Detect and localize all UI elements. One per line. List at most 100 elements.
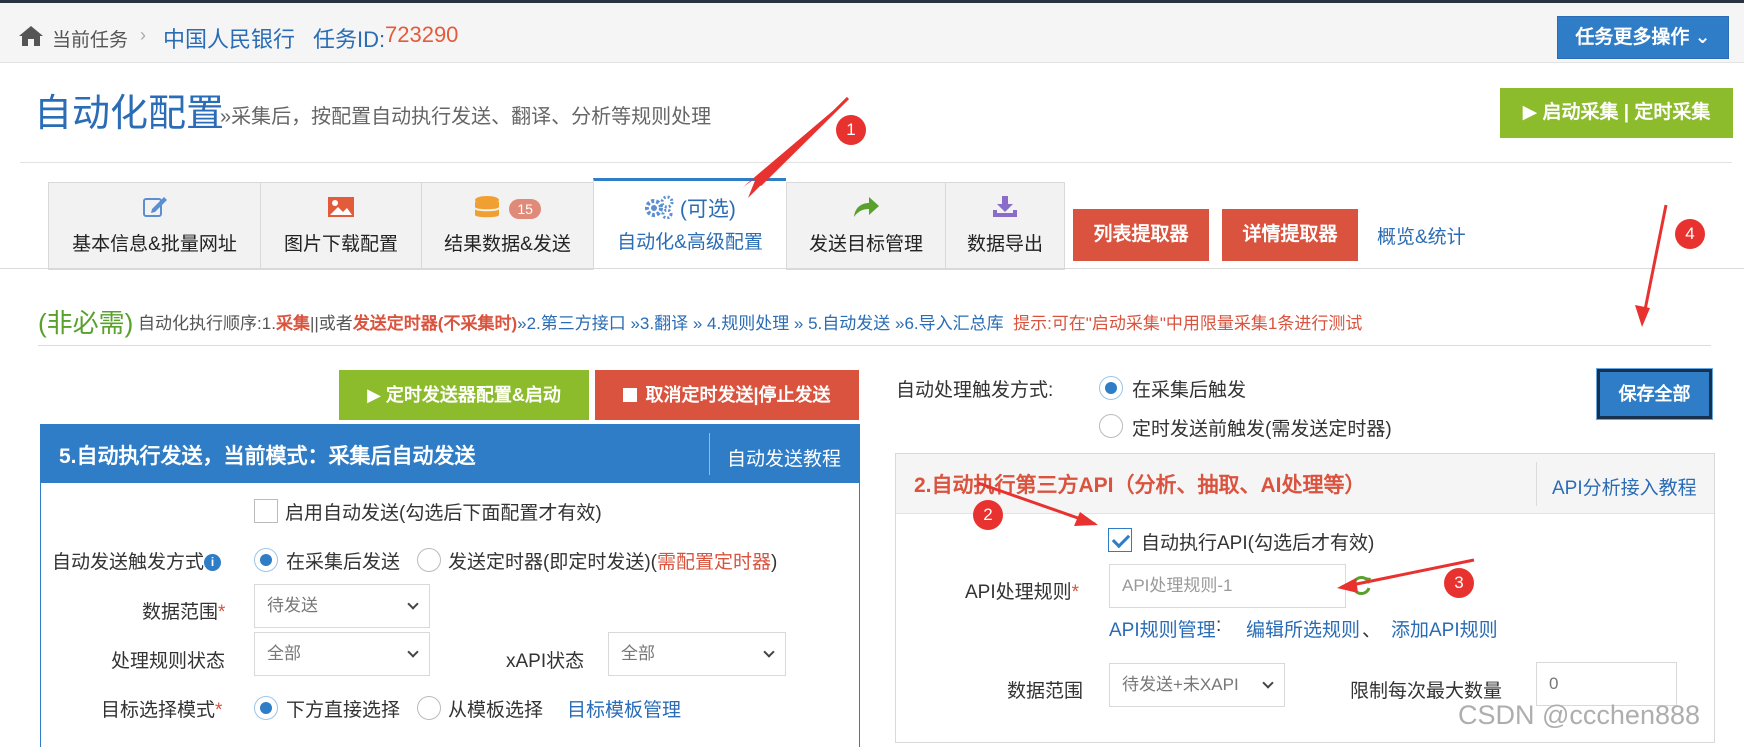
api-rule-mgmt-link[interactable]: API规则管理 (1109, 615, 1216, 642)
cancel-timer-button[interactable]: 取消定时发送|停止发送 (595, 370, 859, 420)
api-rule-label: API处理规则* (965, 582, 1080, 603)
target-direct-radio[interactable] (254, 696, 278, 720)
breadcrumb-current-task[interactable]: 当前任务 (52, 25, 128, 52)
annotation-4: 4 (1675, 219, 1705, 249)
test-tip: 提示:可在"启动采集"中用限量采集1条进行测试 (1013, 314, 1363, 333)
auto-send-header: 5.自动执行发送，当前模式：采集后自动发送 自动发送教程 (41, 425, 859, 483)
edit-icon (142, 197, 167, 217)
notice-divider (38, 345, 1711, 346)
data-scope-select[interactable]: 待发送 (254, 584, 430, 628)
config-tabs: 基本信息&批量网址 图片下载配置 15 结果数据&发送 (可选) 自动化&高级配… (48, 178, 1065, 270)
order-collect: 采集 (275, 314, 310, 333)
auto-api-checkbox[interactable] (1108, 528, 1132, 552)
target-template-radio[interactable] (417, 696, 441, 720)
max-count-label: 限制每次最大数量 (1350, 681, 1503, 702)
annotation-3: 3 (1444, 568, 1474, 598)
tab-result-data-label: 结果数据&发送 (444, 234, 571, 255)
breadcrumb-separator: › (140, 25, 146, 45)
api-tutorial-link[interactable]: API分析接入教程 (1552, 473, 1697, 500)
api-panel-header: 2.自动执行第三方API（分析、抽取、AI处理等） API分析接入教程 (896, 454, 1714, 514)
send-timer-radio[interactable] (417, 548, 441, 572)
target-mode-label: 目标选择模式* (101, 700, 223, 721)
result-count-badge: 15 (509, 199, 541, 219)
chevron-down-icon (407, 598, 419, 610)
header-divider (20, 162, 1732, 163)
trigger-before-send-radio[interactable] (1099, 414, 1123, 438)
tab-send-targets-label: 发送目标管理 (808, 234, 923, 255)
start-collect-button[interactable]: ▶ 启动采集 | 定时采集 (1500, 88, 1733, 138)
tab-data-export[interactable]: 数据导出 (945, 182, 1065, 270)
tab-automation[interactable]: (可选) 自动化&高级配置 (593, 178, 786, 270)
tab-send-targets[interactable]: 发送目标管理 (786, 182, 945, 270)
chevron-down-icon (407, 646, 419, 658)
detail-extractor-button[interactable]: 详情提取器 (1222, 209, 1358, 261)
tab-automation-label: 自动化&高级配置 (617, 232, 763, 253)
enable-auto-send-checkbox[interactable] (254, 499, 278, 523)
image-icon (328, 197, 354, 217)
send-after-collect-radio[interactable] (254, 548, 278, 572)
annotation-1: 1 (836, 115, 866, 145)
comma-separator: 、 (1362, 620, 1382, 641)
header-separator (709, 433, 710, 475)
rule-status-label: 处理规则状态 (111, 651, 226, 672)
page-subtitle: »采集后，按配置自动执行发送、翻译、分析等规则处理 (220, 106, 712, 128)
stop-icon (623, 388, 638, 402)
task-id-value: 723290 (385, 22, 459, 47)
data-scope-label: 数据范围* (142, 602, 226, 623)
download-icon (993, 196, 1017, 217)
annotation-2: 2 (973, 500, 1003, 530)
tab-automation-optional: (可选) (679, 198, 736, 221)
tab-data-export-label: 数据导出 (966, 234, 1043, 255)
optional-tag: (非必需) (38, 308, 134, 338)
api-scope-select[interactable]: 待发送+未XAPI (1109, 663, 1285, 707)
xapi-status-label: xAPI状态 (506, 651, 585, 672)
order-steps: »2.第三方接口 »3.翻译 » 4.规则处理 » 5.自动发送 »6.导入汇总… (517, 314, 1004, 333)
chevron-down-icon (1262, 677, 1274, 689)
order-timer: 发送定时器(不采集时) (352, 314, 518, 333)
process-trigger-label: 自动处理触发方式: (896, 380, 1054, 401)
refresh-icon[interactable] (1350, 575, 1372, 597)
trigger-after-collect-radio[interactable] (1099, 376, 1123, 400)
automation-order-notice: (非必需) 自动化执行顺序:1.采集||或者发送定时器(不采集时)»2.第三方接… (38, 303, 1362, 340)
colon-separator: : (1216, 615, 1222, 636)
home-icon[interactable] (18, 25, 44, 47)
tab-image-download[interactable]: 图片下载配置 (260, 182, 421, 270)
gears-icon (645, 195, 674, 220)
tab-basic-info-label: 基本信息&批量网址 (72, 234, 237, 255)
breadcrumb-task-name[interactable]: 中国人民银行 (163, 22, 295, 54)
api-rule-input[interactable]: API处理规则-1 (1109, 564, 1346, 608)
tab-basic-info[interactable]: 基本信息&批量网址 (48, 182, 260, 270)
save-all-button[interactable]: 保存全部 (1597, 369, 1712, 419)
add-api-rule-link[interactable]: 添加API规则 (1391, 615, 1498, 642)
more-operations-button[interactable]: 任务更多操作 ⌄ (1557, 16, 1729, 59)
send-trigger-label: 自动发送触发方式 i (52, 547, 222, 574)
api-panel-title: 2.自动执行第三方API（分析、抽取、AI处理等） (914, 474, 1366, 497)
page-title: 自动化配置 (34, 93, 225, 135)
chevron-down-icon (763, 646, 775, 658)
overview-stats-link[interactable]: 概览&统计 (1377, 222, 1466, 249)
tabs-divider (0, 268, 1744, 269)
xapi-status-select[interactable]: 全部 (608, 632, 786, 676)
auto-send-title: 5.自动执行发送，当前模式：采集后自动发送 (59, 445, 476, 468)
breadcrumb-bar: 当前任务 › 中国人民银行 任务ID: 723290 任务更多操作 ⌄ (0, 3, 1744, 63)
rule-status-select[interactable]: 全部 (254, 632, 430, 676)
trigger-before-send-label: 定时发送前触发(需发送定时器) (1132, 419, 1392, 440)
edit-rule-link[interactable]: 编辑所选规则 (1246, 615, 1360, 642)
share-icon (854, 197, 879, 217)
cancel-timer-label: 取消定时发送|停止发送 (645, 385, 831, 405)
tab-result-data[interactable]: 15 结果数据&发送 (421, 182, 593, 270)
trigger-after-collect-label: 在采集后触发 (1132, 380, 1247, 401)
info-icon[interactable]: i (204, 554, 222, 571)
timer-config-button[interactable]: ▶ 定时发送器配置&启动 (339, 370, 589, 420)
send-after-collect-label: 在采集后发送 (286, 552, 401, 573)
target-template-mgmt-link[interactable]: 目标模板管理 (567, 695, 681, 722)
auto-send-tutorial-link[interactable]: 自动发送教程 (727, 444, 841, 471)
enable-auto-send-label: 启用自动发送(勾选后下面配置才有效) (285, 503, 602, 524)
configure-timer-link[interactable]: 需配置定时器 (657, 552, 771, 573)
next-panel-edge (895, 742, 1715, 747)
list-extractor-button[interactable]: 列表提取器 (1073, 209, 1209, 261)
csdn-watermark: CSDN @ccchen888 (1458, 700, 1701, 730)
order-or: ||或者 (309, 314, 353, 333)
tab-image-download-label: 图片下载配置 (283, 234, 398, 255)
target-direct-label: 下方直接选择 (286, 700, 401, 721)
